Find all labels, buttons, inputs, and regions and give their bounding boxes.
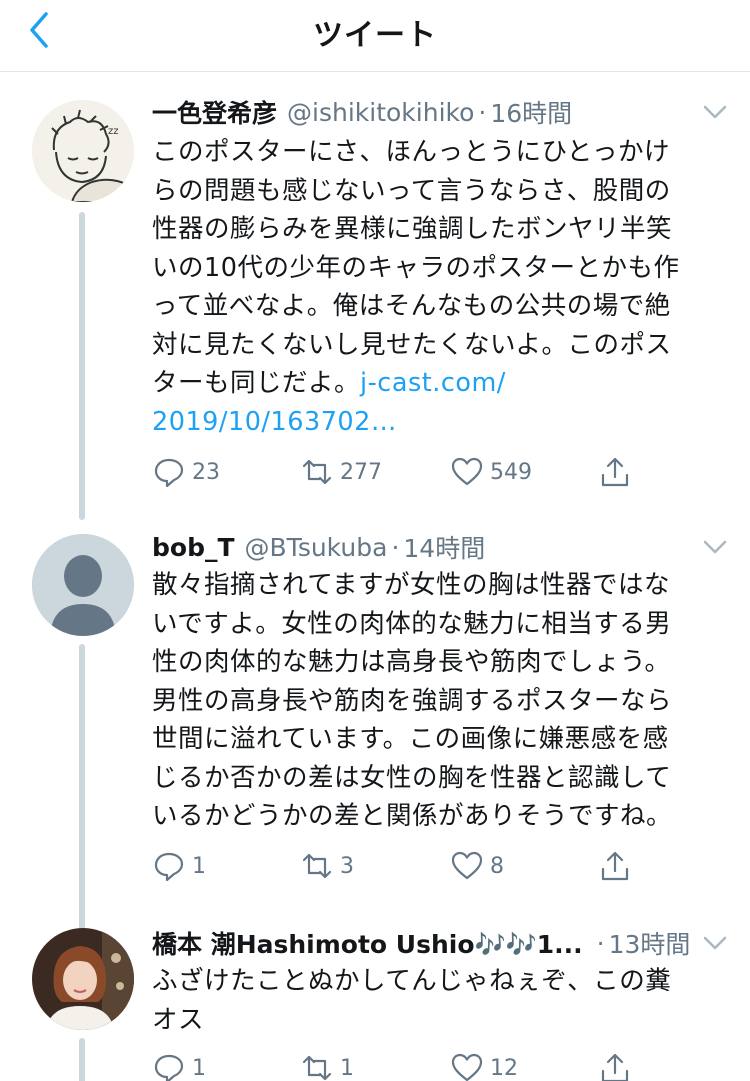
reply-count: 1: [192, 853, 206, 879]
separator-dot: ·: [391, 532, 400, 562]
tweet-header: 橋本 潮Hashimoto Ushio🎶🎶1... · 13時間: [152, 925, 728, 961]
avatar-photo: [32, 928, 134, 1030]
text-line: 2019/10/163702…: [152, 403, 722, 442]
svg-text:zz: zz: [108, 126, 119, 137]
text-line: 世間に溢れています。この画像に嫌悪感を感: [152, 724, 669, 754]
share-icon: [601, 851, 629, 881]
text-prefix: ターも同じだよ。: [152, 368, 361, 398]
like-count: 549: [490, 459, 532, 485]
like-count: 12: [490, 1055, 518, 1081]
user-handle[interactable]: @BTsukuba: [245, 533, 388, 562]
article-link-continued[interactable]: 2019/10/163702…: [152, 407, 397, 437]
retweet-count: 1: [340, 1055, 354, 1081]
tweet-text: このポスターにさ、ほんっとうにひとっかけ らの問題も感じないって言うならさ、股間…: [152, 133, 722, 441]
avatar[interactable]: [32, 534, 134, 636]
text-line: いの10代の少年のキャラのポスターとかも作: [152, 252, 680, 283]
tweet[interactable]: bob_T @BTsukuba · 14時間 散々指摘されてますが女性の胸は性器…: [0, 516, 750, 934]
like-heart-icon: [451, 1053, 483, 1081]
tweet-menu-button[interactable]: [702, 537, 728, 557]
retweet-count: 277: [340, 459, 382, 485]
thread-line: [79, 644, 85, 934]
tweet[interactable]: 橋本 潮Hashimoto Ushio🎶🎶1... · 13時間 ふざけたことぬ…: [0, 914, 750, 1081]
article-link[interactable]: j-cast.com/: [360, 368, 506, 398]
like-count: 8: [490, 853, 504, 879]
tweet-actions: 23 277 549: [152, 452, 642, 492]
separator-dot: ·: [478, 97, 487, 127]
avatar-image: zz: [32, 100, 134, 202]
like-heart-icon: [451, 457, 483, 486]
reply-button[interactable]: 1: [152, 846, 206, 886]
chevron-down-icon: [703, 540, 727, 554]
tweet-text: ふざけたことぬかしてんじゃねぇぞ、この糞 オス: [152, 962, 722, 1039]
text-line: このポスターにさ、ほんっとうにひとっかけ: [152, 137, 670, 167]
text-line: ふざけたことぬかしてんじゃねぇぞ、この糞: [152, 966, 672, 996]
reply-count: 23: [192, 459, 220, 485]
like-button[interactable]: 12: [450, 1048, 518, 1081]
text-line: 性器の膨らみを異様に強調したボンヤリ半笑: [152, 214, 673, 244]
avatar[interactable]: [32, 928, 134, 1030]
reply-count: 1: [192, 1055, 206, 1081]
retweet-count: 3: [340, 853, 354, 879]
share-button[interactable]: [598, 452, 632, 492]
retweet-icon: [302, 1055, 332, 1081]
reply-button[interactable]: 1: [152, 1048, 206, 1081]
retweet-icon: [302, 459, 332, 485]
text-line: 散々指摘されてますが女性の胸は性器ではな: [152, 570, 670, 600]
display-name[interactable]: bob_T: [152, 533, 235, 562]
retweet-button[interactable]: 277: [300, 452, 382, 492]
text-line: いですよ。女性の肉体的な魅力に相当する男: [152, 608, 672, 639]
reply-icon: [154, 852, 184, 882]
text-line: 対に見たくないし見せたくないよ。このポス: [152, 329, 672, 360]
retweet-button[interactable]: 1: [300, 1048, 354, 1081]
default-avatar-icon: [32, 534, 134, 636]
text-line: って並べなよ。俺はそんなもの公共の場で絶: [152, 291, 671, 321]
tweet-text: 散々指摘されてますが女性の胸は性器ではな いですよ。女性の肉体的な魅力に相当する…: [152, 566, 722, 836]
share-icon: [601, 457, 629, 487]
text-line: ターも同じだよ。j-cast.com/: [152, 364, 722, 403]
share-button[interactable]: [598, 846, 632, 886]
reply-icon: [154, 458, 184, 488]
text-line: 性の肉体的な魅力は高身長や筋肉でしょう。: [152, 647, 671, 677]
text-line: いるかどうかの差と関係がありそうですね。: [152, 801, 673, 831]
tweet[interactable]: zz 一色登希彦 @ishikitokihiko · 16時間 このポスターにさ…: [0, 74, 750, 520]
like-heart-icon: [451, 851, 483, 880]
tweet-actions: 1 3 8: [152, 846, 642, 886]
tweet-menu-button[interactable]: [702, 933, 728, 953]
avatar[interactable]: zz: [32, 100, 134, 202]
retweet-icon: [302, 853, 332, 879]
retweet-button[interactable]: 3: [300, 846, 354, 886]
reply-button[interactable]: 23: [152, 452, 220, 492]
tweet-header: bob_T @BTsukuba · 14時間: [152, 529, 728, 565]
user-handle[interactable]: @ishikitokihiko: [287, 98, 474, 127]
reply-icon: [154, 1054, 184, 1081]
like-button[interactable]: 8: [450, 846, 504, 886]
text-line: オス: [152, 1004, 205, 1035]
navigation-bar: ツイート: [0, 0, 750, 72]
display-name[interactable]: 一色登希彦: [152, 94, 277, 130]
tweet-actions: 1 1 12: [152, 1048, 642, 1081]
text-line: じるか否かの差は女性の胸を性器と認識して: [152, 762, 672, 793]
tweet-header: 一色登希彦 @ishikitokihiko · 16時間: [152, 94, 728, 130]
thread-line: [79, 212, 85, 520]
thread-line: [79, 1038, 85, 1081]
chevron-down-icon: [703, 936, 727, 950]
text-line: 男性の高身長や筋肉を強調するポスターなら: [152, 685, 673, 716]
separator-dot: ·: [596, 928, 605, 958]
page-title: ツイート: [313, 18, 437, 53]
timestamp[interactable]: 13時間: [609, 925, 691, 961]
display-name[interactable]: 橋本 潮Hashimoto Ushio🎶🎶1...: [152, 925, 583, 961]
chevron-down-icon: [703, 105, 727, 119]
share-button[interactable]: [598, 1048, 632, 1081]
share-icon: [601, 1053, 629, 1081]
text-line: らの問題も感じないって言うならさ、股間の: [152, 175, 671, 206]
timestamp[interactable]: 16時間: [490, 94, 572, 130]
timestamp[interactable]: 14時間: [403, 529, 485, 565]
tweet-menu-button[interactable]: [702, 102, 728, 122]
like-button[interactable]: 549: [450, 452, 532, 492]
